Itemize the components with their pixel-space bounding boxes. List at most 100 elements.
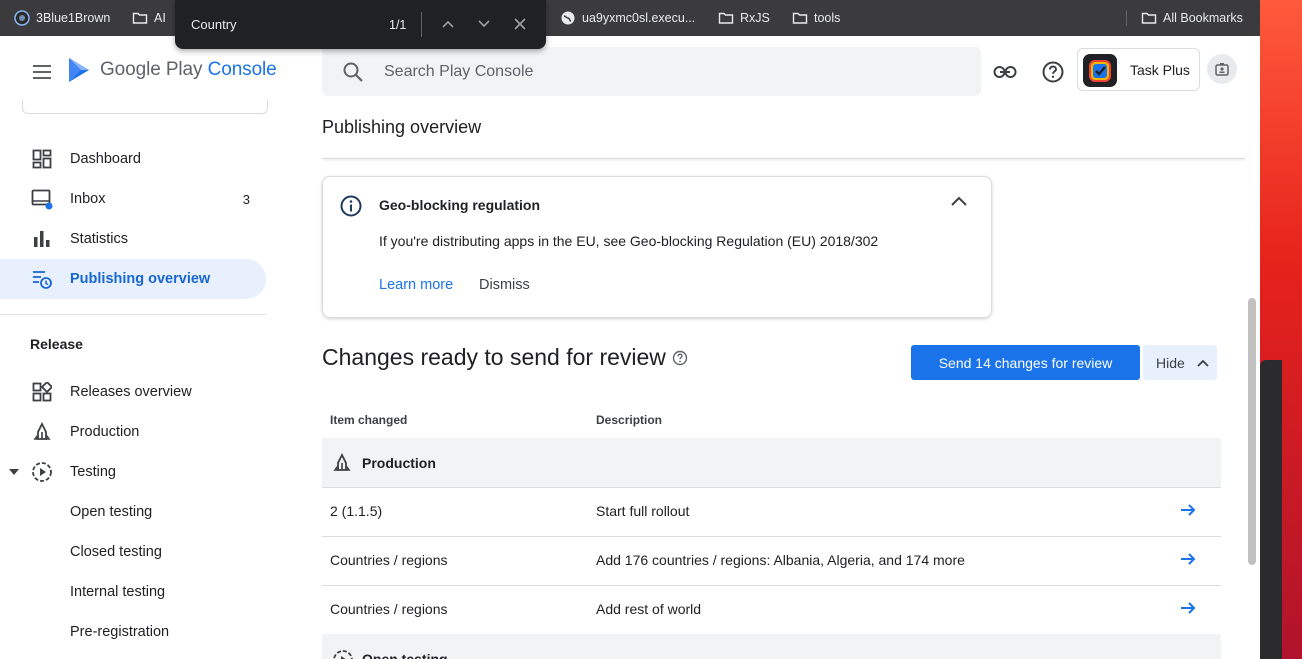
cell-item: 2 (1.1.5)	[330, 503, 383, 519]
sidebar-item-inbox[interactable]: Inbox 3	[0, 179, 266, 219]
arrow-right-icon[interactable]	[1179, 599, 1197, 617]
arrow-right-icon[interactable]	[1179, 550, 1197, 568]
search-placeholder: Search Play Console	[384, 62, 534, 80]
bookmark-label: ua9yxmc0sl.execu...	[582, 11, 696, 25]
desktop-background	[1260, 0, 1302, 659]
geo-blocking-notice: Geo-blocking regulation If you're distri…	[322, 176, 992, 318]
sidebar-item-internal-testing[interactable]: Internal testing	[70, 584, 165, 600]
find-separator	[421, 12, 422, 37]
releases-icon	[30, 380, 54, 404]
bookmark-label: AI	[154, 11, 166, 25]
search-input[interactable]: Search Play Console	[322, 47, 981, 96]
search-icon	[343, 62, 363, 82]
sidebar-item-releases-overview[interactable]: Releases overview	[0, 372, 266, 412]
bookmark-tools[interactable]: tools	[792, 0, 840, 36]
help-icon	[1042, 61, 1064, 83]
chevron-up-icon	[442, 20, 454, 28]
bookmark-label: All Bookmarks	[1163, 11, 1243, 25]
task-plus-app-icon	[1083, 54, 1117, 87]
find-query[interactable]: Country	[191, 17, 237, 32]
help-button[interactable]	[1039, 58, 1067, 86]
sidebar-item-pre-registration[interactable]: Pre-registration	[70, 624, 169, 640]
find-match-count: 1/1	[389, 17, 407, 32]
table-row[interactable]: 2 (1.1.5) Start full rollout	[322, 487, 1221, 536]
testing-icon	[30, 460, 54, 484]
notice-title: Geo-blocking regulation	[379, 197, 541, 213]
folder-icon	[132, 12, 148, 24]
production-icon	[30, 420, 54, 444]
sidebar-divider	[0, 314, 266, 315]
bookmark-label: tools	[814, 11, 841, 25]
channel-icon	[14, 10, 30, 26]
find-close-button[interactable]	[508, 12, 532, 36]
caret-down-icon	[9, 469, 19, 475]
app-dropdown-edge[interactable]	[22, 100, 268, 114]
app-selector[interactable]: Task Plus	[1077, 48, 1200, 91]
sidebar-item-label: Inbox	[70, 191, 106, 207]
dashboard-icon	[30, 147, 54, 171]
sidebar-item-label: Releases overview	[70, 384, 192, 400]
group-label: Open testing	[362, 651, 448, 659]
background-window	[1260, 360, 1282, 659]
hamburger-icon	[33, 65, 51, 79]
chevron-down-icon	[478, 20, 490, 28]
arrow-right-icon[interactable]	[1179, 501, 1197, 519]
sidebar-item-label: Testing	[70, 464, 116, 480]
table-row[interactable]: Countries / regions Add rest of world	[322, 585, 1221, 634]
developer-account-icon	[1215, 63, 1229, 76]
bar-chart-icon	[30, 227, 54, 251]
info-icon	[340, 195, 362, 217]
notice-collapse-button[interactable]	[951, 193, 967, 211]
sidebar-item-open-testing[interactable]: Open testing	[70, 504, 152, 520]
column-header-item-changed: Item changed	[330, 413, 408, 427]
bookmark-all-bookmarks[interactable]: All Bookmarks	[1141, 0, 1243, 36]
chevron-up-icon	[1197, 359, 1209, 367]
sidebar-item-label: Production	[70, 424, 140, 440]
changes-heading: Changes ready to send for review	[322, 344, 688, 371]
sidebar-item-statistics[interactable]: Statistics	[0, 219, 266, 259]
link-icon	[993, 66, 1017, 78]
column-header-description: Description	[596, 413, 663, 427]
bookmark-ua9yxmc0sl[interactable]: ua9yxmc0sl.execu...	[560, 0, 695, 36]
bookmarks-separator	[1126, 10, 1127, 26]
chevron-up-icon	[951, 196, 967, 206]
sidebar-item-closed-testing[interactable]: Closed testing	[70, 544, 162, 560]
table-group-row: Open testing	[322, 634, 1221, 659]
help-icon[interactable]	[672, 350, 688, 366]
cell-item: Countries / regions	[330, 601, 448, 617]
dismiss-button[interactable]: Dismiss	[479, 277, 530, 293]
hide-button[interactable]: Hide	[1143, 345, 1217, 380]
cell-description: Add rest of world	[596, 601, 702, 617]
notice-body: If you're distributing apps in the EU, s…	[379, 233, 879, 249]
menu-button[interactable]	[28, 58, 56, 86]
cell-description: Start full rollout	[596, 503, 690, 519]
link-button[interactable]	[991, 58, 1019, 86]
find-previous-button[interactable]	[436, 12, 460, 36]
sidebar-item-dashboard[interactable]: Dashboard	[0, 139, 266, 179]
sidebar: Dashboard Inbox 3 Statistics Publishing …	[0, 100, 290, 659]
sidebar-item-production[interactable]: Production	[0, 412, 266, 452]
sidebar-item-label: Dashboard	[70, 151, 141, 167]
publishing-icon	[30, 267, 54, 291]
bookmark-label: RxJS	[740, 11, 770, 25]
page-scrollbar[interactable]	[1248, 298, 1256, 565]
send-changes-button[interactable]: Send 14 changes for review	[911, 345, 1140, 380]
folder-icon	[718, 12, 734, 24]
table-row[interactable]: Countries / regions Add 176 countries / …	[322, 536, 1221, 585]
sidebar-item-testing[interactable]: Testing	[0, 452, 266, 492]
account-avatar[interactable]	[1207, 54, 1237, 84]
sidebar-item-publishing-overview[interactable]: Publishing overview	[0, 259, 266, 299]
bookmark-rxjs[interactable]: RxJS	[718, 0, 770, 36]
bookmark-ai[interactable]: AI	[132, 0, 166, 36]
find-next-button[interactable]	[472, 12, 496, 36]
sidebar-section-release: Release	[30, 336, 83, 352]
main-content: Publishing overview Geo-blocking regulat…	[290, 104, 1260, 659]
folder-icon	[1141, 12, 1157, 24]
cell-item: Countries / regions	[330, 552, 448, 568]
sidebar-item-label: Statistics	[70, 231, 129, 247]
close-icon	[514, 18, 526, 30]
inbox-icon	[30, 187, 54, 211]
bookmark-3blue1brown[interactable]: 3Blue1Brown	[14, 0, 110, 36]
play-console-logo[interactable]: Google Play Console	[66, 56, 277, 84]
learn-more-link[interactable]: Learn more	[379, 277, 453, 293]
